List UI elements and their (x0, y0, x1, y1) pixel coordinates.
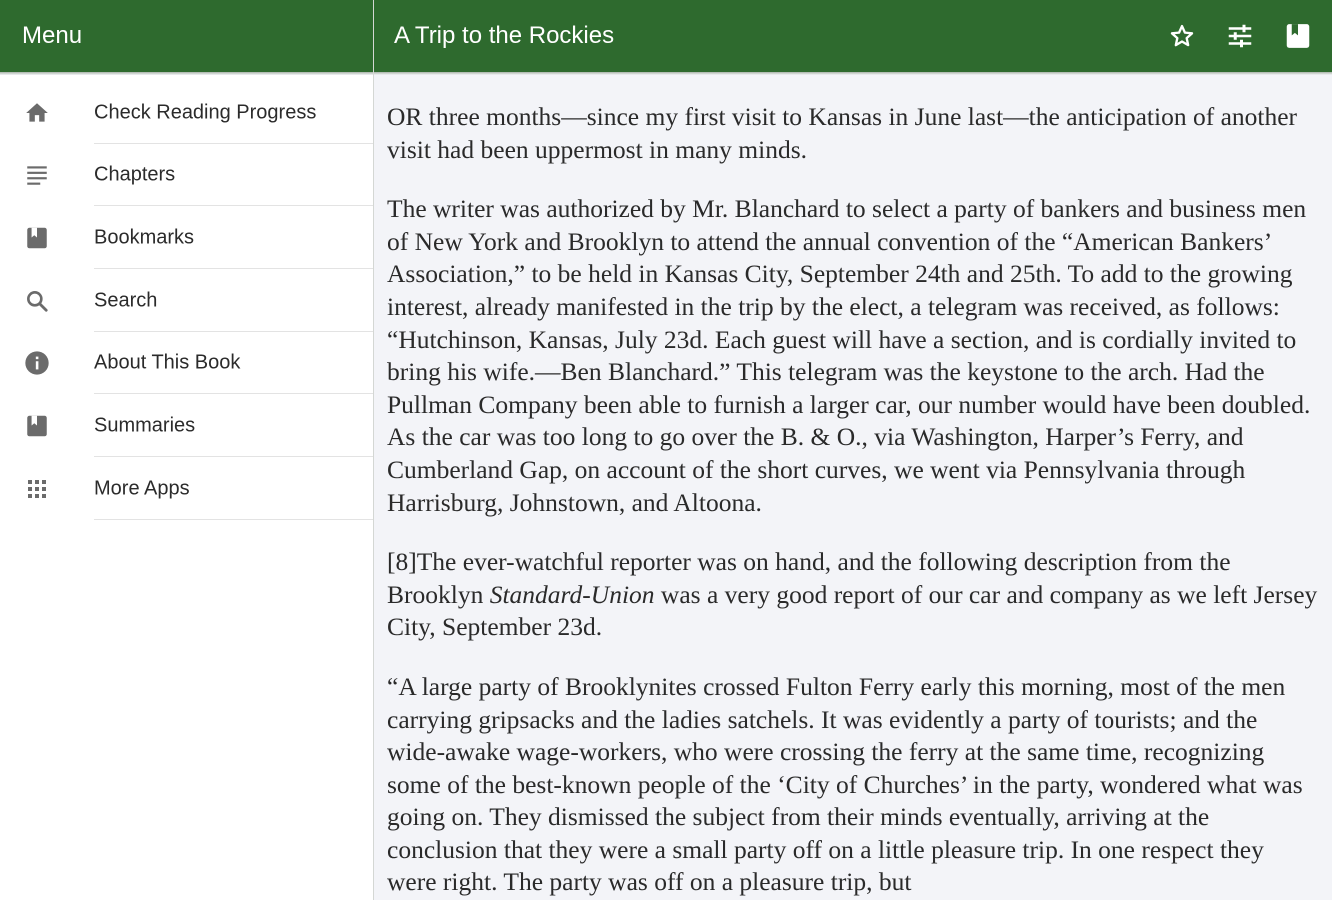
book-header: A Trip to the Rockies (374, 0, 1332, 72)
header-actions (1166, 0, 1314, 72)
sidebar-item-search[interactable]: Search (0, 270, 373, 332)
bookmark-book-icon[interactable] (1282, 20, 1314, 52)
paragraph: OR three months—since my first visit to … (387, 102, 1298, 164)
sidebar-item-label: About This Book (94, 351, 241, 374)
menu-header: Menu (0, 0, 373, 72)
sidebar-item-check-reading-progress[interactable]: Check Reading Progress (0, 82, 373, 144)
paragraph: [8]The ever-watchful reporter was on han… (387, 546, 1318, 644)
divider (94, 456, 373, 457)
sidebar-item-summaries[interactable]: Summaries (0, 395, 373, 457)
info-icon (23, 349, 51, 377)
sidebar-item-bookmarks[interactable]: Bookmarks (0, 207, 373, 269)
sidebar-item-more-apps[interactable]: More Apps (0, 458, 373, 520)
sidebar-item-label: More Apps (94, 477, 190, 500)
book-icon (23, 412, 51, 440)
sidebar-item-about-this-book[interactable]: About This Book (0, 332, 373, 394)
menu-title: Menu (22, 22, 83, 49)
search-icon (23, 287, 51, 315)
reading-pane[interactable]: OR three months—since my first visit to … (374, 75, 1332, 900)
sidebar-item-chapters[interactable]: Chapters (0, 144, 373, 206)
book-icon (23, 224, 51, 252)
sidebar-item-label: Check Reading Progress (94, 101, 317, 124)
sidebar-item-label: Search (94, 289, 158, 312)
divider (94, 519, 373, 520)
sidebar-item-label: Chapters (94, 163, 176, 186)
home-icon (23, 99, 51, 127)
sidebar-item-label: Bookmarks (94, 226, 195, 249)
sidebar: Check Reading Progress Chapters Bookmark… (0, 75, 373, 900)
paragraph: The writer was authorized by Mr. Blancha… (387, 194, 1311, 517)
apps-grid-icon (23, 475, 51, 503)
newspaper-title: Standard-Union (489, 579, 655, 609)
star-outline-icon[interactable] (1166, 20, 1198, 52)
divider (94, 205, 373, 206)
paragraph: “A large party of Brooklynites crossed F… (387, 671, 1303, 897)
tune-sliders-icon[interactable] (1224, 20, 1256, 52)
divider (94, 268, 373, 269)
sidebar-item-label: Summaries (94, 414, 196, 437)
divider (94, 393, 373, 394)
list-lines-icon (23, 161, 51, 189)
book-title: A Trip to the Rockies (394, 22, 615, 49)
